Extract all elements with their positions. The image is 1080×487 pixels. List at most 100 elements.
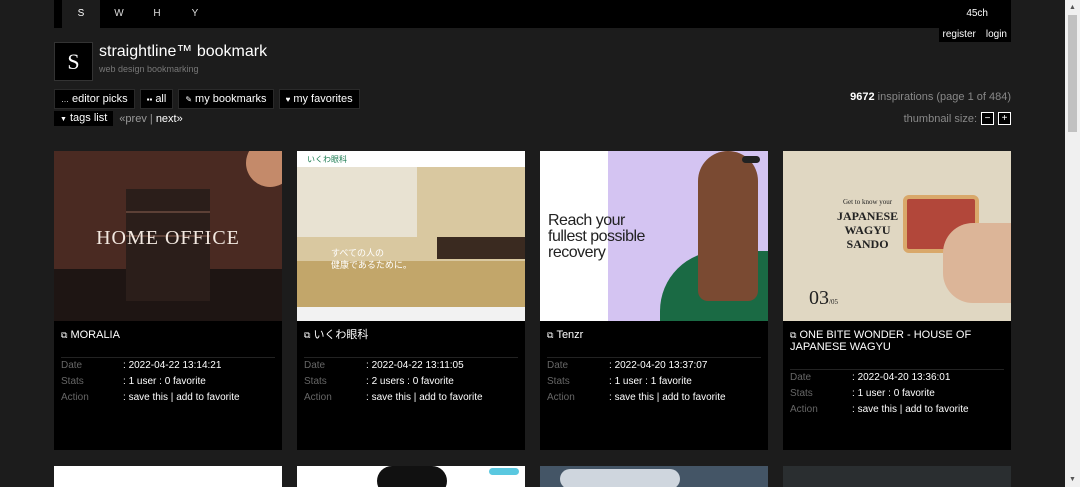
tags-list-label: tags list: [70, 112, 108, 124]
channel-link[interactable]: 45ch: [966, 0, 988, 28]
action-value: : save this | add to favorite: [123, 390, 240, 406]
grid-icon: ▪▪: [146, 95, 153, 104]
bookmark-card-thumbnail-partial[interactable]: [297, 466, 525, 487]
save-this-link[interactable]: save this: [372, 392, 411, 403]
card-title[interactable]: ⧉ いくわ眼科: [304, 329, 516, 341]
add-to-favorite-link[interactable]: add to favorite: [419, 392, 482, 403]
card-thumbnail[interactable]: HOME OFFICE: [54, 151, 282, 321]
bookmark-card: Get to know your JAPANESE WAGYU SANDO 03/05…: [783, 151, 1011, 450]
register-link[interactable]: register: [943, 28, 976, 42]
thumbnail-larger-button[interactable]: +: [998, 112, 1011, 125]
stats-label: Stats: [61, 376, 84, 387]
prev-link[interactable]: «prev: [119, 113, 147, 125]
bookmark-card-thumbnail-partial[interactable]: [540, 466, 768, 487]
scroll-up-arrow-icon[interactable]: ▲: [1069, 4, 1076, 11]
thumbnail-text: HOME OFFICE: [96, 227, 240, 249]
action-row: Action: save this | add to favorite: [547, 390, 761, 406]
save-this-link[interactable]: save this: [858, 404, 897, 415]
editor-picks-label: editor picks: [72, 93, 128, 105]
card-title-text: Tenzr: [556, 329, 584, 341]
card-meta: Date : 2022-04-20 13:36:01 Stats: 1 user …: [790, 369, 1004, 418]
date-value: : 2022-04-20 13:37:07: [609, 358, 707, 374]
pager-separator: |: [146, 112, 156, 125]
action-separator: |: [897, 404, 906, 415]
action-label: Action: [304, 392, 332, 403]
site-title[interactable]: straightline™ bookmark: [99, 43, 267, 61]
scroll-down-arrow-icon[interactable]: ▼: [1069, 476, 1076, 483]
stats-row: Stats: 1 user : 0 favorite: [790, 386, 1004, 402]
scrollbar-thumb[interactable]: [1068, 15, 1077, 132]
link-icon: ⧉: [790, 330, 797, 340]
thumbnail-art: [560, 469, 680, 487]
site-logo[interactable]: S: [54, 42, 93, 81]
my-bookmarks-button[interactable]: ✎ my bookmarks: [178, 89, 274, 109]
tags-list-button[interactable]: ▼ tags list: [54, 111, 114, 126]
page: S W H Y 45ch register login S straightli…: [0, 0, 1065, 487]
date-value: : 2022-04-22 13:11:05: [366, 358, 464, 374]
thumbnail-art: [246, 151, 282, 187]
vertical-scrollbar[interactable]: ▲ ▼: [1065, 0, 1080, 487]
thumbnail-text-line: JAPANESE: [837, 209, 899, 223]
action-separator: |: [411, 392, 420, 403]
stats-row: Stats: 2 users : 0 favorite: [304, 374, 518, 390]
tab-s[interactable]: S: [62, 0, 100, 28]
card-title[interactable]: ⧉ Tenzr: [547, 329, 759, 341]
save-this-link[interactable]: save this: [129, 392, 168, 403]
tags-bar: ▼ tags list «prev | next»: [54, 111, 183, 126]
add-to-favorite-link[interactable]: add to favorite: [176, 392, 239, 403]
thumbnail-art: [489, 468, 519, 475]
card-title-text: いくわ眼科: [313, 329, 369, 341]
my-favorites-button[interactable]: ♥ my favorites: [278, 89, 360, 109]
action-separator: |: [168, 392, 177, 403]
date-row: Date: 2022-04-22 13:11:05: [304, 358, 518, 374]
date-label: Date: [547, 360, 569, 371]
thumbnail-text-line: fullest possible: [548, 228, 645, 245]
stats-row: Stats: 1 user : 1 favorite: [547, 374, 761, 390]
bookmark-card-thumbnail-partial[interactable]: [783, 466, 1011, 487]
action-separator: |: [654, 392, 663, 403]
thumbnail-text: Reach your fullest possible recovery: [548, 213, 645, 261]
action-value: : save this | add to favorite: [852, 402, 969, 418]
count-number: 9672: [850, 91, 875, 103]
tab-y[interactable]: Y: [176, 0, 214, 28]
card-thumbnail[interactable]: いくわ眼科 すべての人の 健康であるために。: [297, 151, 525, 321]
stats-text: 1 user : 0 favorite: [128, 376, 206, 387]
tab-h[interactable]: H: [138, 0, 176, 28]
add-to-favorite-link[interactable]: add to favorite: [905, 404, 968, 415]
login-link[interactable]: login: [986, 28, 1007, 42]
action-row: Action: save this | add to favorite: [790, 402, 1004, 418]
editor-picks-button[interactable]: … editor picks: [54, 89, 135, 109]
thumbnail-art: [437, 237, 525, 259]
card-title[interactable]: ⧉ MORALIA: [61, 329, 273, 341]
card-thumbnail[interactable]: Reach your fullest possible recovery: [540, 151, 768, 321]
date-row: Date : 2022-04-20 13:36:01: [790, 370, 1004, 386]
top-bar: S W H Y 45ch: [54, 0, 1011, 28]
thumbnail-smaller-button[interactable]: −: [981, 112, 994, 125]
thumbnail-art: [698, 151, 758, 301]
stats-row: Stats: 1 user : 0 favorite: [61, 374, 275, 390]
thumbnail-art: [126, 211, 210, 213]
next-link[interactable]: next»: [156, 113, 183, 125]
card-thumbnail[interactable]: Get to know your JAPANESE WAGYU SANDO 03/05: [783, 151, 1011, 321]
thumbnail-text-line: Reach your: [548, 212, 625, 229]
all-button[interactable]: ▪▪ all: [139, 89, 174, 109]
stats-text: 1 user : 0 favorite: [857, 388, 935, 399]
action-row: Action: save this | add to favorite: [304, 390, 518, 406]
section-tabs: S W H Y: [62, 0, 214, 28]
heart-icon: ♥: [285, 95, 291, 104]
thumbnail-text-line: 健康であるために。: [331, 260, 412, 270]
add-to-favorite-link[interactable]: add to favorite: [662, 392, 725, 403]
date-value: : 2022-04-20 13:36:01: [852, 370, 950, 386]
action-value: : save this | add to favorite: [609, 390, 726, 406]
action-row: Action: save this | add to favorite: [61, 390, 275, 406]
card-meta: Date: 2022-04-22 13:14:21 Stats: 1 user …: [61, 357, 275, 406]
date-label: Date: [790, 372, 812, 383]
tab-w[interactable]: W: [100, 0, 138, 28]
stats-text: 1 user : 1 favorite: [614, 376, 692, 387]
thumbnail-text-small: Get to know your: [842, 198, 893, 206]
card-title[interactable]: ⧉ ONE BITE WONDER - HOUSE OF JAPANESE WAG…: [790, 329, 1002, 353]
save-this-link[interactable]: save this: [615, 392, 654, 403]
bookmark-card: いくわ眼科 すべての人の 健康であるために。 ⧉ いくわ眼科 Date: 2022-…: [297, 151, 525, 450]
pager: «prev | next»: [119, 113, 182, 125]
bookmark-card-thumbnail-partial[interactable]: [54, 466, 282, 487]
